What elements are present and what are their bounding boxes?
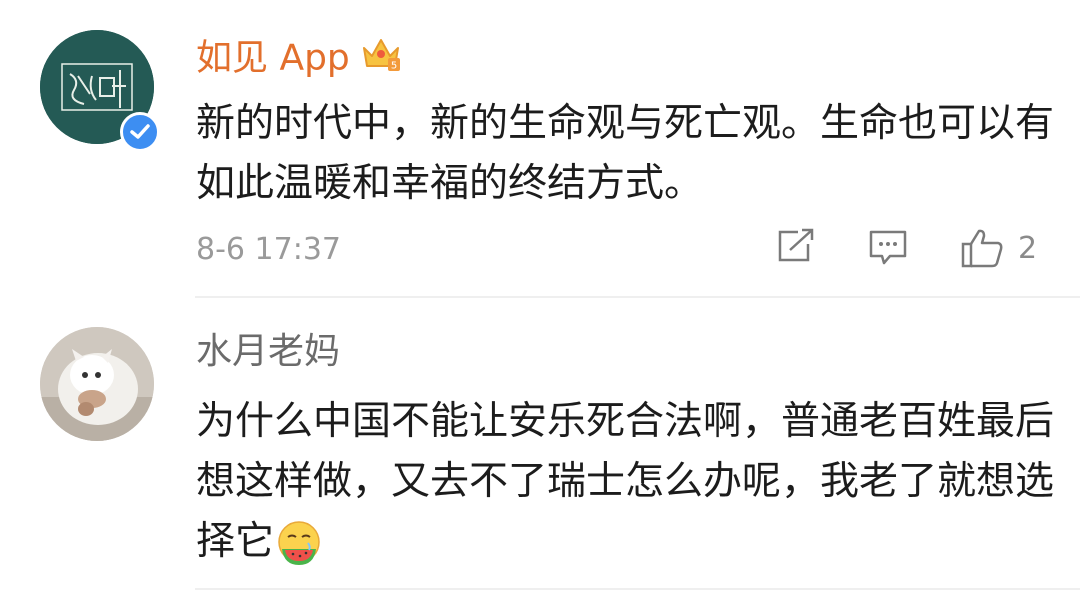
cat-avatar-icon bbox=[40, 327, 154, 441]
comment-timestamp: 8-6 17:37 bbox=[196, 232, 341, 267]
username-text[interactable]: 如见 App bbox=[196, 38, 350, 79]
comment-text: 新的时代中，新的生命观与死亡观。生命也可以有如此温暖和幸福的终结方式。 bbox=[196, 101, 1055, 206]
comment-icon bbox=[869, 230, 907, 265]
share-button[interactable] bbox=[776, 228, 816, 264]
comment-username[interactable]: 如见 App 5 bbox=[196, 34, 402, 85]
divider bbox=[195, 588, 1080, 590]
comment-text: 为什么中国不能让安乐死合法啊，普通老百姓最后想这样做，又去不了瑞士怎么办呢，我老… bbox=[196, 392, 1056, 572]
thumbs-up-icon bbox=[961, 229, 1003, 268]
avatar[interactable] bbox=[40, 327, 154, 441]
like-button[interactable]: 2 bbox=[960, 228, 1037, 268]
comment-username[interactable]: 水月老妈 bbox=[196, 330, 340, 374]
like-count: 2 bbox=[1018, 230, 1038, 266]
comment-item: 如见 App 5 新的时代中，新的生命观与死亡观。生命也可以有如此温暖和幸福的终… bbox=[0, 0, 1080, 298]
divider bbox=[195, 296, 1080, 298]
svg-text:5: 5 bbox=[391, 61, 397, 72]
comment-button[interactable] bbox=[868, 228, 908, 266]
crown-icon: 5 bbox=[360, 34, 402, 85]
comment-text-body: 为什么中国不能让安乐死合法啊，普通老百姓最后想这样做，又去不了瑞士怎么办呢，我老… bbox=[196, 399, 1055, 564]
drooling-watermelon-emoji bbox=[274, 519, 324, 569]
share-icon bbox=[778, 228, 814, 262]
verified-badge-icon bbox=[120, 112, 160, 152]
